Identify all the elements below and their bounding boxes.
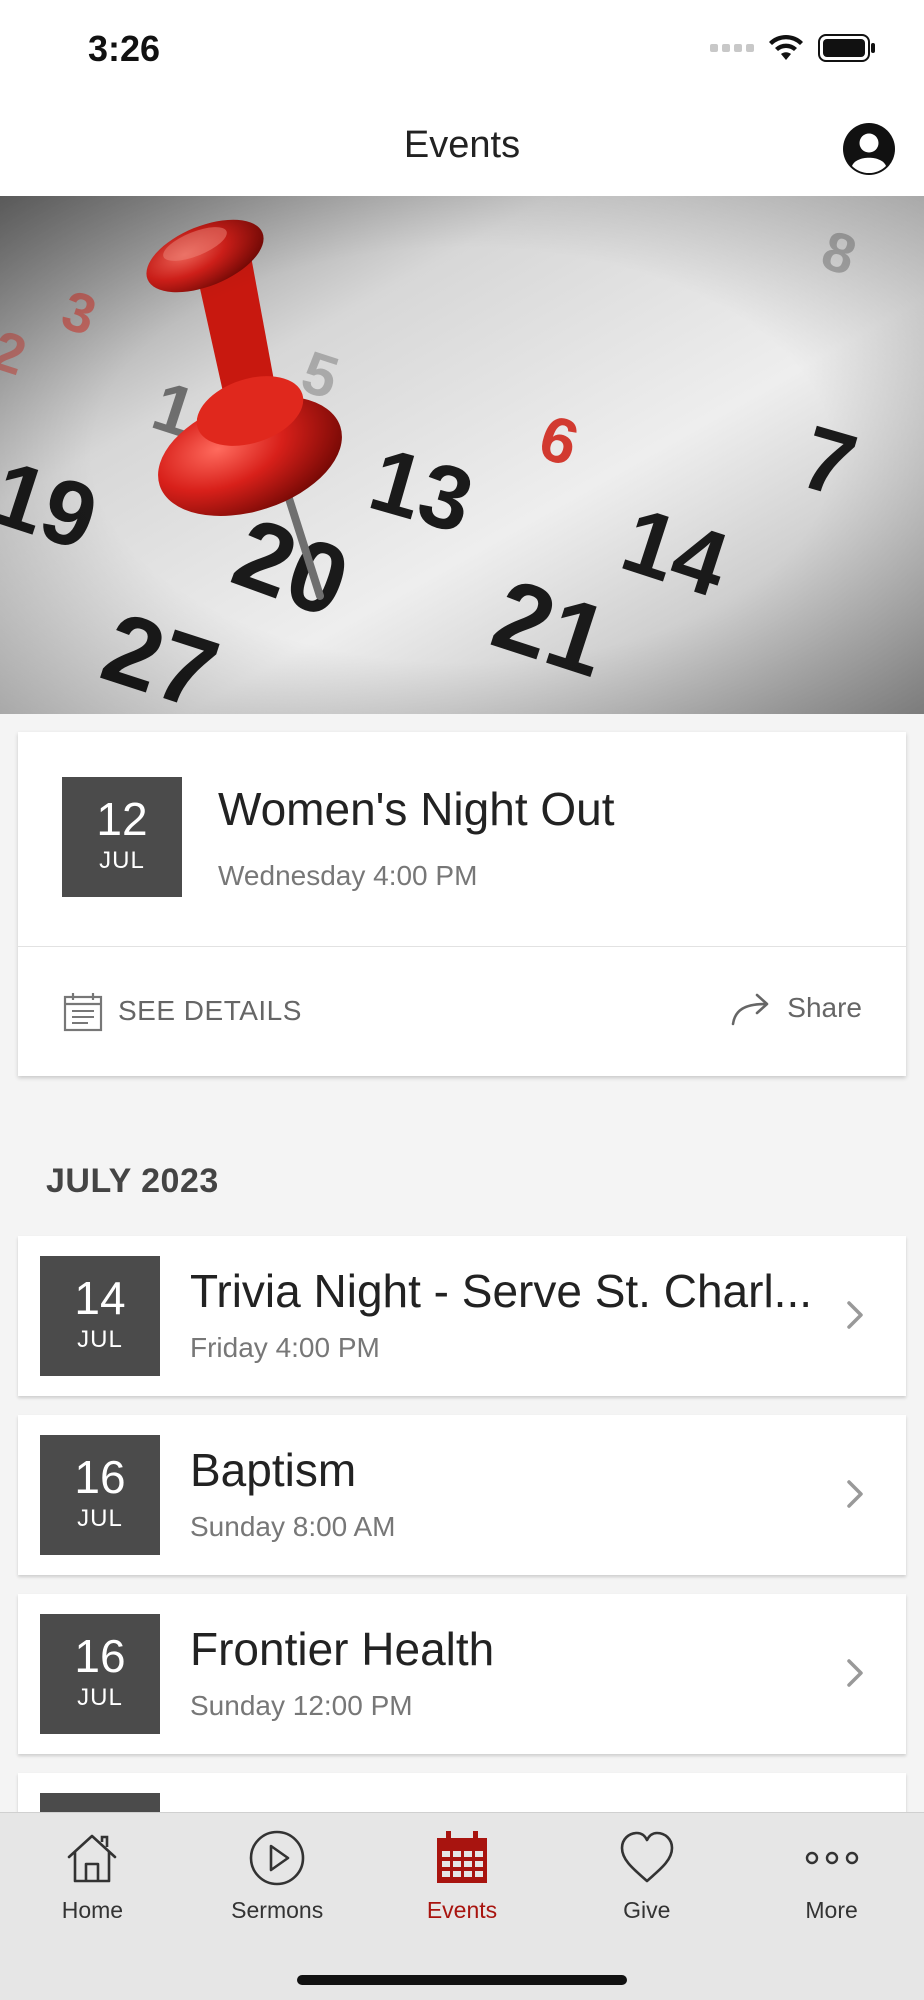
event-row[interactable]: 16 JUL Frontier Health Sunday 12:00 PM [18, 1594, 906, 1754]
status-icons [710, 34, 876, 62]
calendar-icon [436, 1831, 487, 1883]
event-day: 14 [74, 1272, 126, 1324]
share-button[interactable]: Share [729, 990, 862, 1026]
chevron-right-icon [847, 1301, 863, 1329]
hero-calendar-image: 19 13 14 7 20 27 21 1 5 6 3 2 8 [0, 196, 924, 714]
tab-more[interactable]: More [739, 1813, 924, 1943]
nav-header: Events [0, 100, 924, 196]
date-box: 16 JUL [40, 1614, 160, 1734]
event-time: Friday 4:00 PM [190, 1332, 380, 1363]
tab-home[interactable]: Home [0, 1813, 185, 1943]
user-avatar-icon [843, 123, 895, 175]
event-day: 16 [74, 1451, 126, 1503]
event-row[interactable]: 14 JUL Trivia Night - Serve St. Charl...… [18, 1236, 906, 1396]
event-time: Sunday 8:00 AM [190, 1511, 396, 1542]
event-month: JUL [77, 1505, 123, 1532]
page-title: Events [403, 124, 521, 166]
calendar-details-icon [63, 993, 103, 1032]
status-time: 3:26 [88, 28, 161, 69]
tab-sermons[interactable]: Sermons [185, 1813, 370, 1943]
profile-button[interactable] [842, 122, 896, 176]
month-heading: JULY 2023 [46, 1162, 219, 1200]
calendar-pushpin-illustration: 19 13 14 7 20 27 21 1 5 6 3 2 8 [0, 196, 924, 714]
see-details-button[interactable]: SEE DETAILS [62, 990, 302, 1032]
tab-give[interactable]: Give [554, 1813, 739, 1943]
status-bar: 3:26 [0, 0, 924, 100]
event-title: Trivia Night - Serve St. Charl... [190, 1265, 813, 1317]
see-details-label: SEE DETAILS [118, 995, 302, 1026]
event-title: Frontier Health [190, 1623, 495, 1675]
heart-icon [620, 1831, 674, 1883]
tab-label: Sermons [231, 1897, 324, 1923]
chevron-right-icon [847, 1480, 863, 1508]
tab-label: More [805, 1897, 858, 1923]
date-box: 12 JUL [62, 777, 182, 897]
event-time: Sunday 12:00 PM [190, 1690, 413, 1721]
home-indicator[interactable] [297, 1975, 627, 1985]
date-box: 14 JUL [40, 1256, 160, 1376]
event-day: 12 [96, 793, 148, 845]
share-label: Share [787, 992, 862, 1023]
event-month: JUL [77, 1684, 123, 1711]
bottom-tab-bar: Home Sermons Events Give More [0, 1812, 924, 2000]
chevron-right-icon [847, 1659, 863, 1687]
tab-label: Home [61, 1897, 124, 1923]
tab-events[interactable]: Events [370, 1813, 555, 1943]
wifi-icon [769, 34, 803, 60]
tab-label: Events [426, 1897, 498, 1923]
tab-label: Give [623, 1897, 671, 1923]
battery-icon [818, 34, 875, 62]
event-row[interactable]: 16 JUL Baptism Sunday 8:00 AM [18, 1415, 906, 1575]
date-box: 16 JUL [40, 1435, 160, 1555]
featured-event-title: Women's Night Out [218, 783, 615, 835]
featured-event-card[interactable]: 12 JUL Women's Night Out Wednesday 4:00 … [18, 732, 906, 1076]
event-month: JUL [99, 847, 145, 874]
event-title: Baptism [190, 1444, 357, 1496]
cellular-signal-icon [710, 44, 754, 52]
ellipsis-icon [805, 1851, 858, 1865]
play-circle-icon [249, 1830, 305, 1886]
event-month: JUL [77, 1326, 123, 1353]
featured-event-time: Wednesday 4:00 PM [218, 860, 478, 891]
house-icon [68, 1834, 117, 1883]
divider [18, 946, 906, 947]
event-day: 16 [74, 1630, 126, 1682]
share-arrow-icon [731, 993, 769, 1026]
